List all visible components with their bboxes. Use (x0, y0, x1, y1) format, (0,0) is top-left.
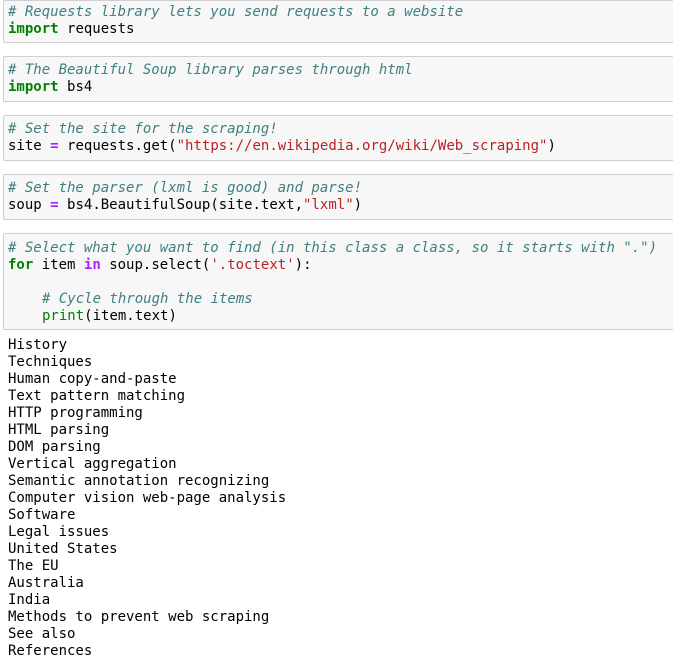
in-keyword: in (83, 257, 101, 273)
code-line: import requests (8, 21, 673, 38)
import-keyword: import (8, 21, 59, 37)
output-line: Australia (8, 575, 84, 591)
code-line: import bs4 (8, 79, 673, 96)
output-line: The EU (8, 558, 59, 574)
output-line: References (8, 643, 93, 659)
output-line: United States (8, 541, 118, 557)
close-paren: ) (353, 197, 363, 213)
code-comment: # Set the parser (lxml is good) and pars… (8, 180, 363, 196)
output-line: Semantic annotation recognizing (8, 473, 270, 489)
output-line: DOM parsing (8, 439, 101, 455)
output-line: See also (8, 626, 76, 642)
print-builtin: print (42, 308, 85, 324)
code-line: for item in soup.select('.toctext'): (8, 257, 673, 274)
code-cell-5[interactable]: # Select what you want to find (in this … (3, 233, 673, 330)
string-literal: "https://en.wikipedia.org/wiki/Web_scrap… (176, 138, 548, 154)
code-line: # Select what you want to find (in this … (8, 240, 673, 257)
output-line: HTML parsing (8, 422, 110, 438)
code-line: # Set the site for the scraping! (8, 121, 673, 138)
code-line: # Cycle through the items (8, 291, 673, 308)
output-line: HTTP programming (8, 405, 143, 421)
code-cell-2[interactable]: # The Beautiful Soup library parses thro… (3, 56, 673, 102)
output-line: Techniques (8, 354, 93, 370)
function-call: requests.get( (67, 138, 177, 154)
output-line: History (8, 337, 68, 353)
function-call: bs4.BeautifulSoup(site.text, (67, 197, 304, 213)
code-comment: # Requests library lets you send request… (8, 4, 464, 20)
code-comment: # Set the site for the scraping! (8, 121, 278, 137)
output-line: India (8, 592, 51, 608)
code-line: # Requests library lets you send request… (8, 4, 673, 21)
assign-operator: = (50, 197, 59, 213)
import-keyword: import (8, 79, 59, 95)
module-name: bs4 (67, 79, 93, 95)
code-line: soup = bs4.BeautifulSoup(site.text,"lxml… (8, 197, 673, 214)
string-literal: '.toctext' (210, 257, 295, 273)
close-paren: ): (294, 257, 312, 273)
output-line: Human copy-and-paste (8, 371, 177, 387)
print-args: (item.text) (84, 308, 177, 324)
code-line: site = requests.get("https://en.wikipedi… (8, 138, 673, 155)
module-name: requests (67, 21, 135, 37)
code-comment: # The Beautiful Soup library parses thro… (8, 62, 413, 78)
code-comment: # Cycle through the items (42, 291, 253, 307)
string-literal: "lxml" (303, 197, 354, 213)
code-cell-3[interactable]: # Set the site for the scraping! site = … (3, 115, 673, 161)
code-line: # The Beautiful Soup library parses thro… (8, 62, 673, 79)
cell-output: History Techniques Human copy-and-paste … (8, 337, 668, 660)
loop-variable: item (41, 257, 76, 273)
code-comment: # Select what you want to find (in this … (8, 240, 658, 256)
output-line: Methods to prevent web scraping (8, 609, 270, 625)
output-line: Text pattern matching (8, 388, 186, 404)
code-line: print(item.text) (8, 308, 673, 325)
code-cell-1[interactable]: # Requests library lets you send request… (3, 0, 673, 43)
output-line: Legal issues (8, 524, 110, 540)
variable-name: soup (8, 197, 42, 213)
variable-name: site (8, 138, 42, 154)
close-paren: ) (547, 138, 556, 154)
output-line: Software (8, 507, 76, 523)
assign-operator: = (50, 138, 59, 154)
output-line: Computer vision web-page analysis (8, 490, 287, 506)
code-cell-4[interactable]: # Set the parser (lxml is good) and pars… (3, 174, 673, 220)
output-line: Vertical aggregation (8, 456, 177, 472)
function-call: soup.select( (109, 257, 211, 273)
for-keyword: for (8, 257, 34, 273)
code-line: # Set the parser (lxml is good) and pars… (8, 180, 673, 197)
